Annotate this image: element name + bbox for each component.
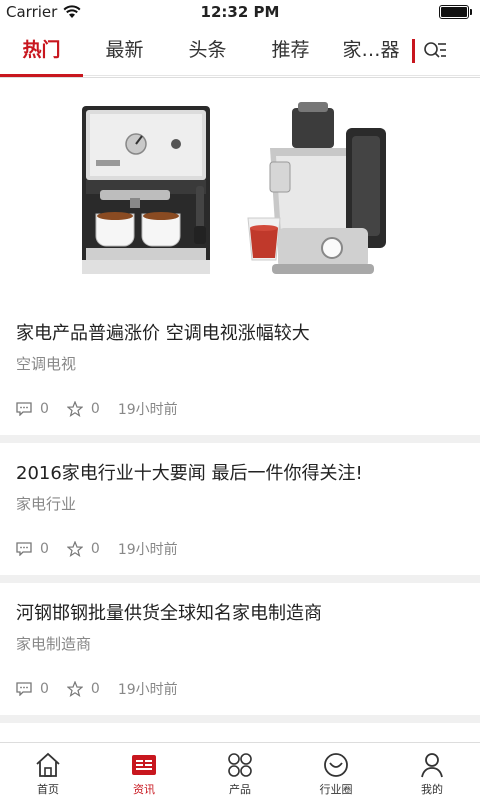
home-icon xyxy=(36,752,60,777)
article-tag: 家电行业 xyxy=(16,495,77,513)
battery-tip xyxy=(470,9,472,15)
banner-image[interactable] xyxy=(0,77,480,303)
article-tag: 空调电视 xyxy=(16,355,77,373)
tab-headlines[interactable]: 头条 xyxy=(166,26,249,76)
tab-recommended[interactable]: 推荐 xyxy=(249,26,332,76)
nav-profile-label: 我的 xyxy=(421,783,443,796)
nav-home[interactable]: 首页 xyxy=(0,743,96,800)
status-right xyxy=(439,5,472,19)
status-bar: Carrier 12:32 PM xyxy=(0,0,480,26)
category-menu-button[interactable] xyxy=(415,26,455,76)
article-time: 19小时前 xyxy=(117,542,178,558)
nav-news-label: 资讯 xyxy=(133,783,155,796)
like-count: 0 xyxy=(90,681,100,697)
category-tab-bar: 热门 最新 头条 推荐 家…器 xyxy=(0,26,480,77)
battery-fill xyxy=(441,7,467,17)
status-time: 12:32 PM xyxy=(200,3,280,21)
tab-latest[interactable]: 最新 xyxy=(83,26,166,76)
article-meta: 0 0 19小时前 xyxy=(16,399,178,419)
smile-icon xyxy=(324,753,348,777)
search-list-icon xyxy=(424,41,446,58)
article-title[interactable]: 河钢邯钢批量供货全球知名家电制造商 xyxy=(16,599,322,625)
juicer-illustration xyxy=(247,102,386,274)
grid-icon xyxy=(228,753,252,777)
like-count: 0 xyxy=(90,401,100,417)
nav-home-label: 首页 xyxy=(37,783,59,796)
comment-icon[interactable] xyxy=(16,682,32,696)
nav-industry-circle-label: 行业圈 xyxy=(319,783,353,796)
comment-count: 0 xyxy=(40,541,49,557)
like-count: 0 xyxy=(90,541,100,557)
nav-products-label: 产品 xyxy=(229,783,251,796)
list-item[interactable]: 河钢邯钢批量供货全球知名家电制造商 家电制造商 0 0 19小时前 xyxy=(0,583,480,723)
tab-appliances[interactable]: 家…器 xyxy=(332,26,410,76)
nav-products[interactable]: 产品 xyxy=(192,743,288,800)
article-time: 19小时前 xyxy=(117,682,178,698)
star-icon[interactable] xyxy=(66,541,83,557)
article-title[interactable]: 家电产品普遍涨价 空调电视涨幅较大 xyxy=(16,319,310,345)
article-title[interactable]: 2016家电行业十大要闻 最后一件你得关注! xyxy=(16,459,363,485)
bottom-nav: 首页 资讯 产品 行业圈 我的 xyxy=(0,742,480,800)
user-icon xyxy=(421,753,443,778)
nav-news[interactable]: 资讯 xyxy=(96,743,192,800)
nav-industry-circle[interactable]: 行业圈 xyxy=(288,743,384,800)
comment-count: 0 xyxy=(40,681,49,697)
comment-count: 0 xyxy=(40,401,49,417)
star-icon[interactable] xyxy=(66,681,83,697)
news-icon xyxy=(132,755,156,775)
list-item[interactable]: 家电产品普遍涨价 空调电视涨幅较大 空调电视 0 0 19小时前 xyxy=(0,303,480,443)
tab-hot[interactable]: 热门 xyxy=(0,26,83,77)
coffee-machine-illustration xyxy=(82,106,210,274)
comment-icon[interactable] xyxy=(16,402,32,416)
list-item[interactable]: 2016家电行业十大要闻 最后一件你得关注! 家电行业 0 0 19小时前 xyxy=(0,443,480,583)
nav-profile[interactable]: 我的 xyxy=(384,743,480,800)
article-time: 19小时前 xyxy=(117,402,178,418)
article-meta: 0 0 19小时前 xyxy=(16,679,178,699)
news-feed: 家电产品普遍涨价 空调电视涨幅较大 空调电视 0 0 19小时前 2016家电行… xyxy=(0,303,480,723)
battery-icon xyxy=(439,5,469,19)
article-meta: 0 0 19小时前 xyxy=(16,539,178,559)
article-tag: 家电制造商 xyxy=(16,635,92,653)
appliance-illustration xyxy=(82,102,386,274)
star-icon[interactable] xyxy=(66,401,83,417)
comment-icon[interactable] xyxy=(16,542,32,556)
